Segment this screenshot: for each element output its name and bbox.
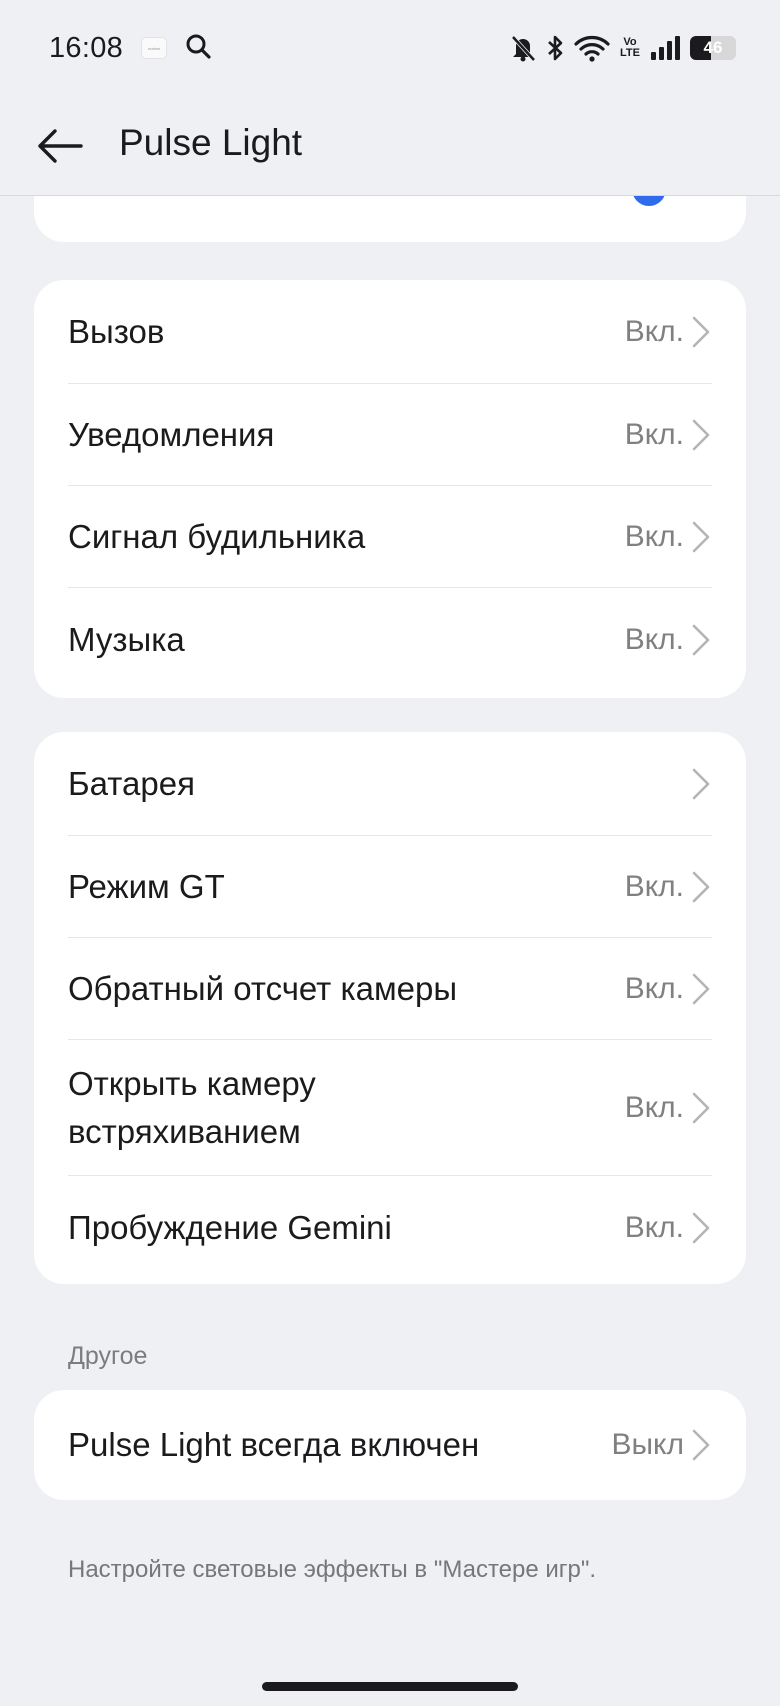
row-label-line-2: встряхиванием [68,1113,301,1150]
settings-row-camera-countdown[interactable]: Обратный отсчет камеры Вкл. [34,938,746,1040]
arrow-left-icon [38,129,83,163]
chevron-right-icon [692,624,710,656]
chevron-right-icon [692,1429,710,1461]
row-right: Вкл. [625,623,712,657]
bluetooth-icon [546,34,564,62]
chevron-right-icon [692,316,710,348]
settings-row-call[interactable]: Вызов Вкл. [34,280,746,384]
chevron-right-icon [692,871,710,903]
settings-list[interactable]: Вызов Вкл. Уведомления Вкл. Сигнал будил… [0,166,780,1706]
battery-level: 46 [703,38,723,57]
settings-row-notifications[interactable]: Уведомления Вкл. [34,384,746,486]
chevron-right-icon [692,1212,710,1244]
row-value: Вкл. [624,315,684,348]
volte-icon: Vo LTE [620,37,640,59]
row-right: Вкл. [625,870,712,904]
row-right: Вкл. [625,1091,712,1125]
row-label: Сигнал будильника [68,518,366,555]
status-time: 16:08 [49,31,124,64]
row-label: Пробуждение Gemini [68,1209,392,1246]
row-right: Выкл [611,1428,712,1462]
row-value: Выкл [611,1428,684,1461]
row-value: Вкл. [624,1091,684,1124]
footer-note-game-master: Настройте световые эффекты в "Мастере иг… [68,1556,597,1583]
settings-row-shake-camera[interactable]: Открыть камеру встряхиванием Вкл. [34,1040,746,1176]
status-right: Vo LTE 46 [510,34,736,62]
settings-row-gemini-wake[interactable]: Пробуждение Gemini Вкл. [34,1176,746,1280]
row-label: Открыть камеру встряхиванием [68,1060,316,1156]
other-group-card: Pulse Light всегда включен Выкл [34,1390,746,1500]
row-right: Вкл. [625,418,712,452]
status-left: 16:08 realme [49,32,211,65]
chevron-right-icon [692,768,710,800]
app-thumbnail-icon: realme [141,37,168,59]
row-value: Вкл. [624,972,684,1005]
settings-row-alarm[interactable]: Сигнал будильника Вкл. [34,486,746,588]
row-label: Pulse Light всегда включен [68,1426,480,1463]
row-value: Вкл. [624,520,684,553]
row-value: Вкл. [624,1211,684,1244]
row-right: Вкл. [625,315,712,349]
row-label: Режим GT [68,868,225,905]
chevron-right-icon [692,419,710,451]
row-label: Батарея [68,765,195,802]
settings-row-battery[interactable]: Батарея [34,732,746,836]
signal-icon [650,35,680,61]
row-label: Уведомления [68,416,275,453]
back-button[interactable] [34,120,86,172]
settings-row-music[interactable]: Музыка Вкл. [34,588,746,692]
row-value: Вкл. [624,870,684,903]
row-right: Вкл. [625,972,712,1006]
row-right: Вкл. [625,520,712,554]
row-right [684,767,712,801]
volte-bottom-label: LTE [620,47,640,59]
section-header-other: Другое [68,1342,148,1370]
row-label: Музыка [68,621,185,658]
chevron-right-icon [692,973,710,1005]
settings-row-always-on[interactable]: Pulse Light всегда включен Выкл [34,1390,746,1500]
system-group-card: Батарея Режим GT Вкл. Обратный отсчет ка… [34,732,746,1284]
row-label: Обратный отсчет камеры [68,970,458,1007]
battery-icon: 46 [690,36,736,60]
row-value: Вкл. [624,418,684,451]
chevron-right-icon [692,521,710,553]
row-right: Вкл. [625,1211,712,1245]
wifi-icon [574,34,610,62]
top-app-bar: Pulse Light [0,96,780,196]
status-bar: 16:08 realme Vo LTE 46 [0,0,780,96]
row-label-line-1: Открыть камеру [68,1065,316,1102]
search-icon [185,33,211,64]
row-label: Вызов [68,313,165,350]
mute-bell-icon [510,34,536,62]
home-indicator[interactable] [262,1682,518,1691]
page-title: Pulse Light [119,122,303,163]
notifications-group-card: Вызов Вкл. Уведомления Вкл. Сигнал будил… [34,280,746,698]
row-value: Вкл. [624,623,684,656]
settings-row-gt-mode[interactable]: Режим GT Вкл. [34,836,746,938]
chevron-right-icon [692,1092,710,1124]
